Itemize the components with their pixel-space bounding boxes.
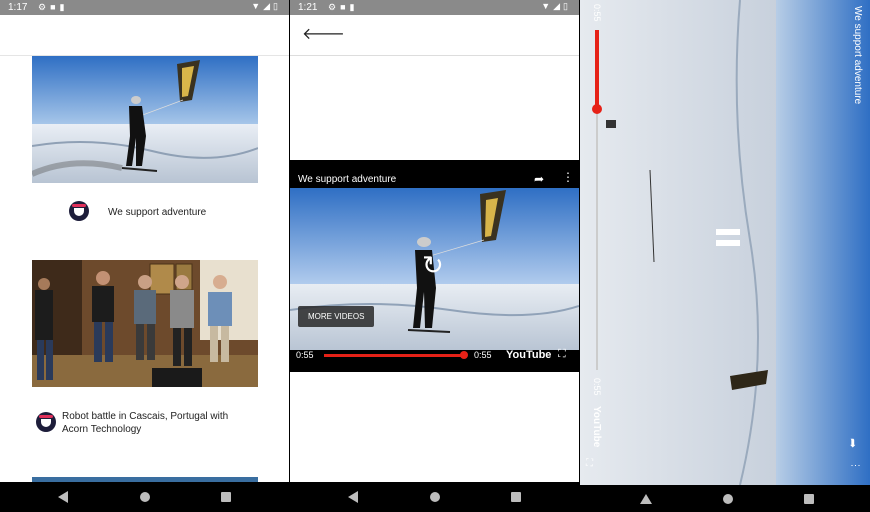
status-notification-icons: ⚙■▮ [38,2,68,13]
pause-icon-bar [716,240,740,246]
nav-back-icon[interactable] [348,491,358,503]
status-bar: 1:21 ⚙■▮ ▼◢▯ [290,0,579,15]
nav-home-icon[interactable] [430,492,440,502]
video-title: We support adventure [298,174,397,185]
signal-icon: ◢ [553,1,564,11]
video-player[interactable]: We support adventure ➦ ⋮ ↻ MORE VIDEOS 0… [290,160,579,372]
video-progress-bar[interactable] [595,30,599,108]
app-bar: 🡐 [290,15,579,56]
channel-logo-icon [36,412,56,432]
nav-recents-icon[interactable] [804,494,814,504]
pause-icon[interactable] [716,229,740,235]
back-arrow-icon[interactable]: 🡐 [302,23,345,44]
wifi-icon: ▼ [541,1,554,11]
video-title: We support adventure [852,6,863,105]
screen-video-fullscreen: We support adventure 0:55 0:55 YouTube ⛶… [580,0,870,512]
more-vert-icon[interactable]: ⋮ [562,170,574,184]
youtube-logo[interactable]: YouTube [591,406,602,447]
time-elapsed: 0:55 [296,350,314,360]
feed-caption[interactable]: We support adventure [108,206,268,219]
feed-photo-robot-battle[interactable] [32,260,258,387]
screen-feed: 1:17 ⚙■▮ ▼◢▯ We support adventure Robot … [0,0,289,512]
nav-back-icon[interactable] [58,491,68,503]
fullscreen-exit-icon[interactable]: ⛶ [586,458,593,469]
screen-video-embed: 1:21 ⚙■▮ ▼◢▯ 🡐 We support adventure ➦ ⋮ … [290,0,579,512]
replay-icon[interactable]: ↻ [422,250,444,281]
time-total: 0:55 [474,350,492,360]
notification-icon: ■ [340,2,350,12]
more-vert-icon[interactable]: ⋮ [850,461,861,471]
time-elapsed: 0:55 [592,4,602,22]
status-notification-icons: ⚙■▮ [328,2,358,13]
wifi-icon: ▼ [251,1,264,11]
fullscreen-icon[interactable]: ⛶ [558,348,566,361]
channel-logo-icon [69,201,89,221]
status-system-icons: ▼◢▯ [541,1,571,12]
nav-bar [290,482,579,512]
settings-icon: ⚙ [38,2,51,12]
time-total: 0:55 [592,378,602,396]
sd-card-icon: ▮ [349,2,359,12]
nav-bar [0,482,289,512]
feed-caption[interactable]: Robot battle in Cascais, Portugal with A… [62,410,252,436]
sd-card-icon: ▮ [59,2,69,12]
status-time: 1:17 [8,2,28,13]
nav-recents-icon[interactable] [511,492,521,502]
feed-photo-kite-ski[interactable] [32,56,258,183]
nav-bar [580,485,870,512]
progress-scrubber[interactable] [592,104,602,114]
nav-home-icon[interactable] [723,494,733,504]
share-icon[interactable]: ➦ [846,438,860,448]
youtube-logo[interactable]: YouTube [506,349,551,361]
share-icon[interactable]: ➦ [534,172,544,186]
battery-icon: ▯ [563,1,571,11]
notification-icon: ■ [50,2,60,12]
more-videos-button[interactable]: MORE VIDEOS [298,306,375,327]
nav-back-icon[interactable] [640,494,652,504]
nav-recents-icon[interactable] [221,492,231,502]
status-bar: 1:17 ⚙■▮ ▼◢▯ [0,0,289,15]
nav-home-icon[interactable] [140,492,150,502]
status-time: 1:21 [298,2,318,13]
signal-icon: ◢ [263,1,274,11]
video-progress-bar[interactable] [324,354,464,357]
status-system-icons: ▼◢▯ [251,1,281,12]
settings-icon: ⚙ [328,2,341,12]
app-bar [0,15,289,56]
battery-icon: ▯ [273,1,281,11]
progress-scrubber[interactable] [460,351,468,359]
